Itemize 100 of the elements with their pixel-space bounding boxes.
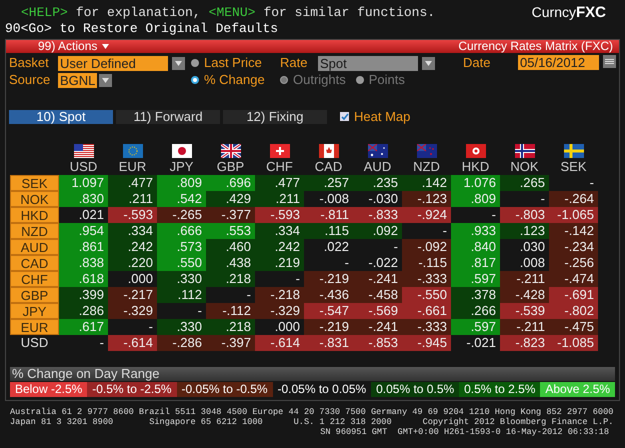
rate-cell: -.593 (255, 206, 304, 222)
column-header: USD (70, 160, 98, 174)
source-field[interactable]: BGNL (58, 72, 98, 88)
row-header[interactable]: AUD (10, 238, 59, 254)
rate-cell: -.833 (353, 206, 402, 222)
rate-cell: .809 (451, 190, 500, 206)
row-header[interactable]: GBP (10, 286, 59, 302)
row-header[interactable]: CHF (10, 270, 59, 286)
radio-label: Outrights (293, 72, 346, 88)
column-header: CAD (314, 160, 342, 174)
tab[interactable]: 12) Fixing (223, 110, 327, 124)
rate-cell: -.219 (304, 318, 353, 334)
row-header[interactable]: USD (10, 334, 59, 350)
footer-text: SN 960951 GMT GMT+0:00 H261-1593-0 16-May-2012 06:33:18 (319, 427, 610, 437)
flag-icon (564, 144, 584, 158)
rate-cell: -.924 (402, 206, 451, 222)
legend-swatch: -0.5% to -2.5% (87, 382, 177, 396)
tab[interactable]: 11) Forward (116, 110, 220, 124)
actions-menu[interactable]: 99) Actions (12, 40, 98, 53)
rate-cell: .550 (157, 254, 206, 270)
flag-icon (172, 144, 192, 158)
rate-cell: -.234 (549, 238, 598, 254)
rate-cell: -.661 (402, 302, 451, 318)
rate-cell: .218 (206, 270, 255, 286)
row-header[interactable]: SEK (10, 174, 59, 190)
flag-icon (368, 144, 388, 158)
date-field[interactable]: 05/16/2012 (518, 55, 599, 70)
help-text: for similar functions. (263, 4, 436, 20)
rate-cell: .553 (206, 222, 255, 238)
footer-text: Australia 61 2 9777 8600 Brazil 5511 3048 4500 Europe 44 20 7330 7500 Germany 49 69 9204 1210 Hong Kong 852 2977 6000 (10, 407, 614, 417)
rate-cell: .378 (451, 286, 500, 302)
caret-icon (102, 44, 110, 49)
rate-cell: .334 (255, 222, 304, 238)
flag-icon (122, 144, 142, 158)
rate-cell: .861 (59, 238, 108, 254)
rate-cell: .330 (157, 318, 206, 334)
dropdown-button[interactable] (172, 56, 185, 70)
field-label: Source (9, 72, 52, 88)
flag-icon (514, 144, 534, 158)
rate-cell: -.550 (402, 286, 451, 302)
rate-cell: -.397 (206, 334, 255, 350)
legend-title: % Change on Day Range (10, 366, 615, 380)
rate-cell: .123 (500, 222, 549, 238)
defaults-hint: 90<Go> to Restore Original Defaults (5, 21, 280, 37)
rate-cell: 1.076 (451, 174, 500, 190)
rate-cell: .838 (59, 254, 108, 270)
radio-button[interactable] (191, 59, 199, 67)
rate-cell: .618 (59, 270, 108, 286)
checkbox[interactable] (340, 112, 349, 122)
rate-cell: -.115 (402, 254, 451, 270)
help-text: for explanation, (76, 4, 201, 20)
rate-cell: .242 (108, 238, 157, 254)
rate-cell: -.092 (402, 238, 451, 254)
rate-cell: .933 (451, 222, 500, 238)
flag-icon (74, 144, 94, 158)
tab[interactable]: 10) Spot (9, 110, 113, 124)
rate-cell: .597 (451, 270, 500, 286)
rate-cell: -.211 (500, 270, 549, 286)
rate-cell: .286 (59, 302, 108, 318)
rate-cell: -.264 (549, 190, 598, 206)
rate-cell: -.475 (549, 318, 598, 334)
field-label: Rate (280, 55, 308, 71)
rate-cell: -.021 (451, 334, 500, 350)
row-header[interactable]: EUR (10, 318, 59, 334)
rate-cell: -.142 (549, 222, 598, 238)
row-header[interactable]: CAD (10, 254, 59, 270)
rate-cell: .257 (304, 174, 353, 190)
column-header: JPY (170, 160, 194, 174)
rate-cell: -.547 (304, 302, 353, 318)
column-header: SEK (560, 160, 586, 174)
rate-cell: -.329 (108, 302, 157, 318)
basket-field[interactable]: User Defined (58, 56, 168, 70)
rate-cell: -.211 (500, 318, 549, 334)
function-key[interactable]: <HELP> (21, 4, 68, 20)
radio-label: Last Price (204, 55, 262, 71)
row-header[interactable]: NOK (10, 190, 59, 206)
rate-cell: .809 (157, 174, 206, 190)
legend-swatch: Below -2.5% (10, 382, 88, 396)
rate-cell: -.436 (304, 286, 353, 302)
legend-swatch: 0.05% to 0.5% (371, 382, 460, 396)
legend-swatch: Above 2.5% (540, 382, 616, 396)
caret-icon (175, 60, 182, 66)
footer-text: Japan 81 3 3201 8900 Singapore 65 6212 1000 U.S. 1 212 318 2000 Copyright 2012 Bloomberg Finance L.P. (10, 417, 614, 427)
caret-icon (425, 60, 432, 66)
rate-cell: -.030 (353, 190, 402, 206)
rate-cell: .817 (451, 254, 500, 270)
rate-cell: -.329 (255, 302, 304, 318)
row-header[interactable]: JPY (10, 302, 59, 318)
radio-button[interactable] (191, 76, 199, 84)
column-header: EUR (118, 160, 146, 174)
calendar-icon[interactable] (603, 55, 616, 68)
row-header[interactable]: HKD (10, 206, 59, 222)
column-header: AUD (364, 160, 392, 174)
rate-cell: .266 (451, 302, 500, 318)
dropdown-button[interactable] (422, 56, 435, 70)
dropdown-button[interactable] (99, 74, 112, 86)
function-key[interactable]: <MENU> (208, 4, 256, 20)
column-header: CHF (266, 160, 293, 174)
rate-cell: 1.097 (59, 174, 108, 190)
row-header[interactable]: NZD (10, 222, 59, 238)
